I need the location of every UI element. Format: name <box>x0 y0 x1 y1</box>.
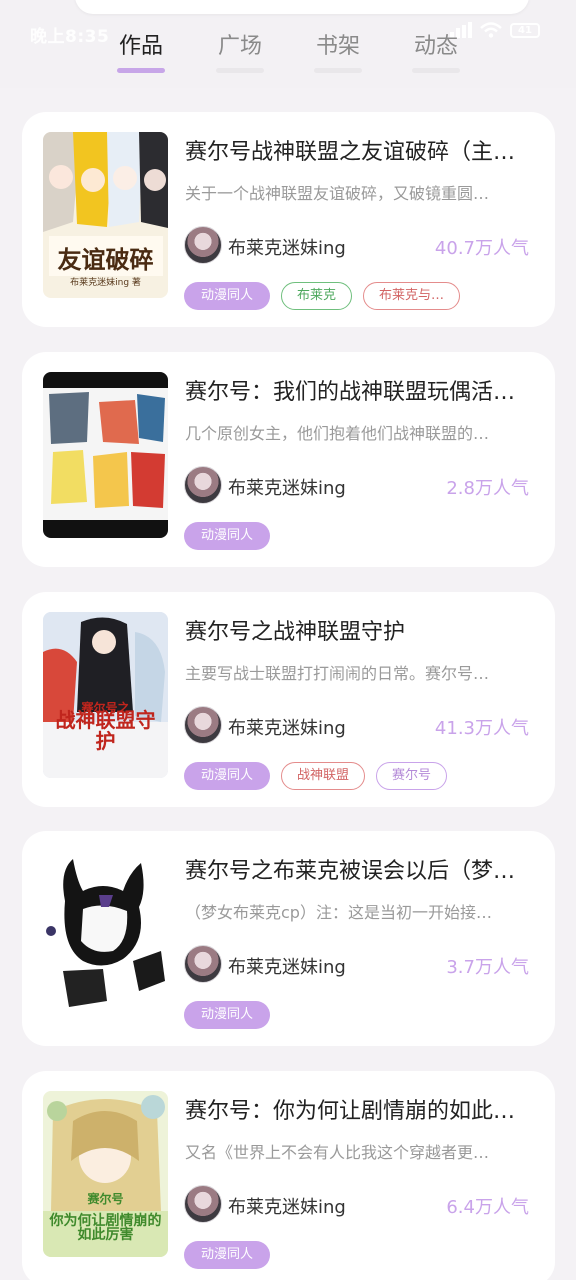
tag-list: 动漫同人 布莱克 布莱克与… <box>184 282 461 310</box>
book-cover[interactable] <box>43 372 168 538</box>
popularity-count: 3.7万人气 <box>446 957 529 978</box>
cover-title: 友谊破碎 <box>57 244 154 274</box>
cover-subtitle: 赛尔号 <box>87 1192 124 1206</box>
cover-subtitle: 赛尔号之 <box>81 701 130 715</box>
tab-underline <box>314 68 362 73</box>
author-row: 布莱克迷妹ing 2.8万人气 <box>184 466 529 506</box>
tag[interactable]: 布莱克 <box>281 282 353 310</box>
tab-label: 书架 <box>315 34 360 59</box>
book-cover[interactable]: 你为何让剧情崩的如此厉害 赛尔号 <box>43 1091 168 1257</box>
tab-3[interactable]: 动态 <box>386 28 486 73</box>
tag-list: 动漫同人 <box>184 1241 270 1269</box>
tag[interactable]: 动漫同人 <box>184 1001 270 1029</box>
book-cover[interactable] <box>43 851 168 1017</box>
work-card[interactable]: 友谊破碎 布莱克迷妹ing 著赛尔号战神联盟之友谊破碎（主… 关于一个战神联盟友谊破… <box>22 112 555 327</box>
avatar[interactable] <box>184 945 222 983</box>
popularity-count: 41.3万人气 <box>434 718 529 739</box>
tag[interactable]: 动漫同人 <box>184 522 270 550</box>
tab-label: 动态 <box>413 34 458 59</box>
avatar[interactable] <box>184 706 222 744</box>
cover-title: 你为何让剧情崩的如此厉害 <box>49 1212 162 1244</box>
tag[interactable]: 动漫同人 <box>184 1241 270 1269</box>
search-pill[interactable] <box>75 0 529 14</box>
work-title[interactable]: 赛尔号之布莱克被误会以后（梦… <box>185 853 535 885</box>
work-title[interactable]: 赛尔号战神联盟之友谊破碎（主… <box>185 134 535 166</box>
cover-subtitle: 布莱克迷妹ing 著 <box>70 278 141 288</box>
book-cover[interactable]: 友谊破碎布莱克迷妹ing 著 <box>43 132 168 298</box>
tag-list: 动漫同人 <box>184 1001 270 1029</box>
avatar[interactable] <box>184 466 222 504</box>
work-card[interactable]: 赛尔号之布莱克被误会以后（梦… （梦女布莱克cp）注：这是当初一开始接… 布莱克迷妹… <box>22 831 555 1046</box>
avatar[interactable] <box>184 1185 222 1223</box>
work-description: 关于一个战神联盟友谊破碎，又破镜重圆… <box>185 184 490 203</box>
tab-bar: 作品 广场 书架 动态 <box>0 28 576 78</box>
work-card[interactable]: 赛尔号：我们的战神联盟玩偶活… 几个原创女主，他们抱着他们战神联盟的… 布莱克迷妹i… <box>22 352 555 567</box>
tag-list: 动漫同人 战神联盟 赛尔号 <box>184 762 448 790</box>
tab-underline <box>412 68 460 73</box>
cover-title: 战神联盟守护 <box>55 708 156 753</box>
tab-label: 广场 <box>217 34 262 59</box>
author-name[interactable]: 布莱克迷妹ing <box>228 1193 346 1219</box>
tag[interactable]: 布莱克与… <box>363 282 461 310</box>
author-row: 布莱克迷妹ing 3.7万人气 <box>184 945 529 985</box>
tab-2[interactable]: 书架 <box>288 28 388 73</box>
work-title[interactable]: 赛尔号：你为何让剧情崩的如此… <box>185 1093 535 1125</box>
author-row: 布莱克迷妹ing 40.7万人气 <box>184 226 529 266</box>
tag[interactable]: 战神联盟 <box>281 762 366 790</box>
top-header: 晚上8:35 41 作品 广场 书架 动态 <box>0 0 576 88</box>
tag[interactable]: 动漫同人 <box>184 282 270 310</box>
work-description: 主要写战士联盟打打闹闹的日常。赛尔号… <box>185 664 490 683</box>
work-description: 几个原创女主，他们抱着他们战神联盟的… <box>185 424 490 443</box>
tag[interactable]: 赛尔号 <box>376 762 448 790</box>
tab-underline <box>117 68 165 73</box>
author-name[interactable]: 布莱克迷妹ing <box>228 474 346 500</box>
tag[interactable]: 动漫同人 <box>184 762 270 790</box>
book-cover[interactable]: 战神联盟守护 赛尔号之 <box>43 612 168 778</box>
work-card[interactable]: 你为何让剧情崩的如此厉害 赛尔号 赛尔号：你为何让剧情崩的如此… 又名《世界上不会有人… <box>22 1071 555 1280</box>
tab-underline <box>216 68 264 73</box>
work-title[interactable]: 赛尔号之战神联盟守护 <box>185 614 535 646</box>
work-description: （梦女布莱克cp）注：这是当初一开始接… <box>185 903 492 922</box>
popularity-count: 6.4万人气 <box>446 1197 529 1218</box>
work-card[interactable]: 战神联盟守护 赛尔号之 赛尔号之战神联盟守护 主要写战士联盟打打闹闹的日常。赛尔号… 布… <box>22 592 555 807</box>
author-row: 布莱克迷妹ing 6.4万人气 <box>184 1185 529 1225</box>
author-name[interactable]: 布莱克迷妹ing <box>228 953 346 979</box>
author-name[interactable]: 布莱克迷妹ing <box>228 714 346 740</box>
popularity-count: 2.8万人气 <box>446 478 529 499</box>
avatar[interactable] <box>184 226 222 264</box>
tab-0[interactable]: 作品 <box>91 28 191 73</box>
tab-label: 作品 <box>118 34 163 59</box>
popularity-count: 40.7万人气 <box>434 238 529 259</box>
tag-list: 动漫同人 <box>184 522 270 550</box>
work-title[interactable]: 赛尔号：我们的战神联盟玩偶活… <box>185 374 535 406</box>
author-row: 布莱克迷妹ing 41.3万人气 <box>184 706 529 746</box>
tab-1[interactable]: 广场 <box>190 28 290 73</box>
author-name[interactable]: 布莱克迷妹ing <box>228 234 346 260</box>
work-description: 又名《世界上不会有人比我这个穿越者更… <box>185 1143 490 1162</box>
